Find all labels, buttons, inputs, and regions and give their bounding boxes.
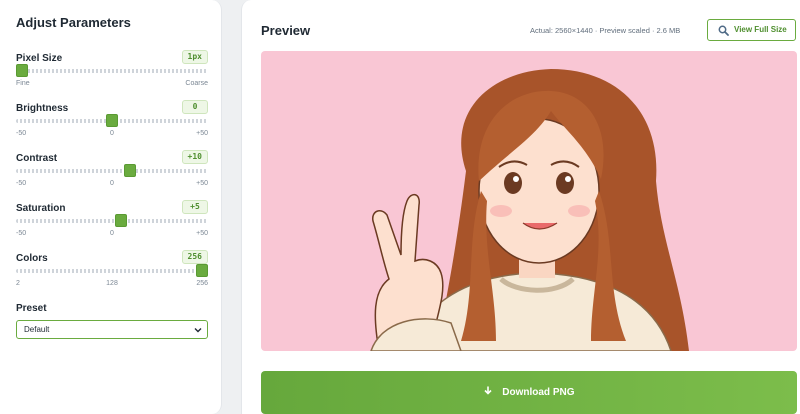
- view-full-size-button[interactable]: View Full Size: [707, 19, 796, 41]
- preview-panel: Preview Actual: 2560×1440 · Preview scal…: [241, 0, 800, 414]
- preset-select[interactable]: Default: [16, 320, 208, 339]
- download-png-button[interactable]: Download PNG: [261, 371, 797, 414]
- value-box[interactable]: 256: [181, 250, 208, 264]
- tick-max: Coarse: [185, 80, 208, 87]
- download-label: Download PNG: [502, 387, 575, 398]
- slider-thumb[interactable]: [115, 214, 127, 227]
- param-label: Colors: [16, 253, 48, 264]
- param-saturation: Saturation +5 -50 0 +50: [16, 200, 208, 249]
- value-box[interactable]: +10: [181, 150, 208, 164]
- tick-min: -50: [16, 230, 27, 237]
- param-label: Brightness: [16, 103, 69, 114]
- param-label: Saturation: [16, 203, 66, 214]
- tick-mid: 0: [110, 130, 114, 137]
- tick-max: +50: [196, 130, 208, 137]
- tick-mid: 0: [110, 180, 114, 187]
- slider-track[interactable]: [16, 69, 208, 73]
- slider-track[interactable]: [16, 269, 208, 273]
- left-eye: [504, 172, 522, 194]
- image-meta: Actual: 2560×1440 · Preview scaled · 2.6…: [530, 26, 681, 35]
- preset-label: Preset: [16, 303, 47, 314]
- preset-value: Default: [24, 325, 50, 334]
- download-icon: [484, 386, 493, 395]
- param-label: Contrast: [16, 153, 58, 164]
- chevron-down-icon: [194, 328, 202, 333]
- panel-title: Adjust Parameters: [16, 15, 131, 30]
- slider-thumb[interactable]: [106, 114, 118, 127]
- value-box[interactable]: +5: [182, 200, 208, 214]
- param-colors: Colors 256 2 128 256: [16, 250, 208, 299]
- tick-min: Fine: [16, 80, 30, 87]
- tick-min: 2: [16, 280, 20, 287]
- tick-mid: 0: [110, 230, 114, 237]
- tick-mid: 128: [106, 280, 118, 287]
- slider-thumb[interactable]: [196, 264, 208, 277]
- slider-track[interactable]: [16, 169, 208, 173]
- image-preview[interactable]: [261, 51, 797, 351]
- slider-thumb[interactable]: [16, 64, 28, 77]
- tick-max: +50: [196, 230, 208, 237]
- tick-min: -50: [16, 130, 27, 137]
- preview-title: Preview: [261, 23, 311, 38]
- slider-track[interactable]: [16, 219, 208, 223]
- view-full-size-label: View Full Size: [734, 25, 787, 34]
- param-brightness: Brightness 0 -50 0 +50: [16, 100, 208, 149]
- right-eye: [556, 172, 574, 194]
- param-pixel-size: Pixel Size 1px Fine Coarse: [16, 50, 208, 99]
- param-contrast: Contrast +10 -50 0 +50: [16, 150, 208, 199]
- portrait-illustration: [370, 69, 689, 351]
- param-label: Pixel Size: [16, 53, 63, 64]
- value-box[interactable]: 1px: [181, 50, 208, 64]
- tick-max: 256: [196, 280, 208, 287]
- tick-max: +50: [196, 180, 208, 187]
- magnifier-icon: [718, 25, 729, 36]
- value-box[interactable]: 0: [182, 100, 208, 114]
- adjust-parameters-panel: Adjust Parameters Pixel Size 1px Fine Co…: [0, 0, 222, 414]
- tick-min: -50: [16, 180, 27, 187]
- slider-thumb[interactable]: [124, 164, 136, 177]
